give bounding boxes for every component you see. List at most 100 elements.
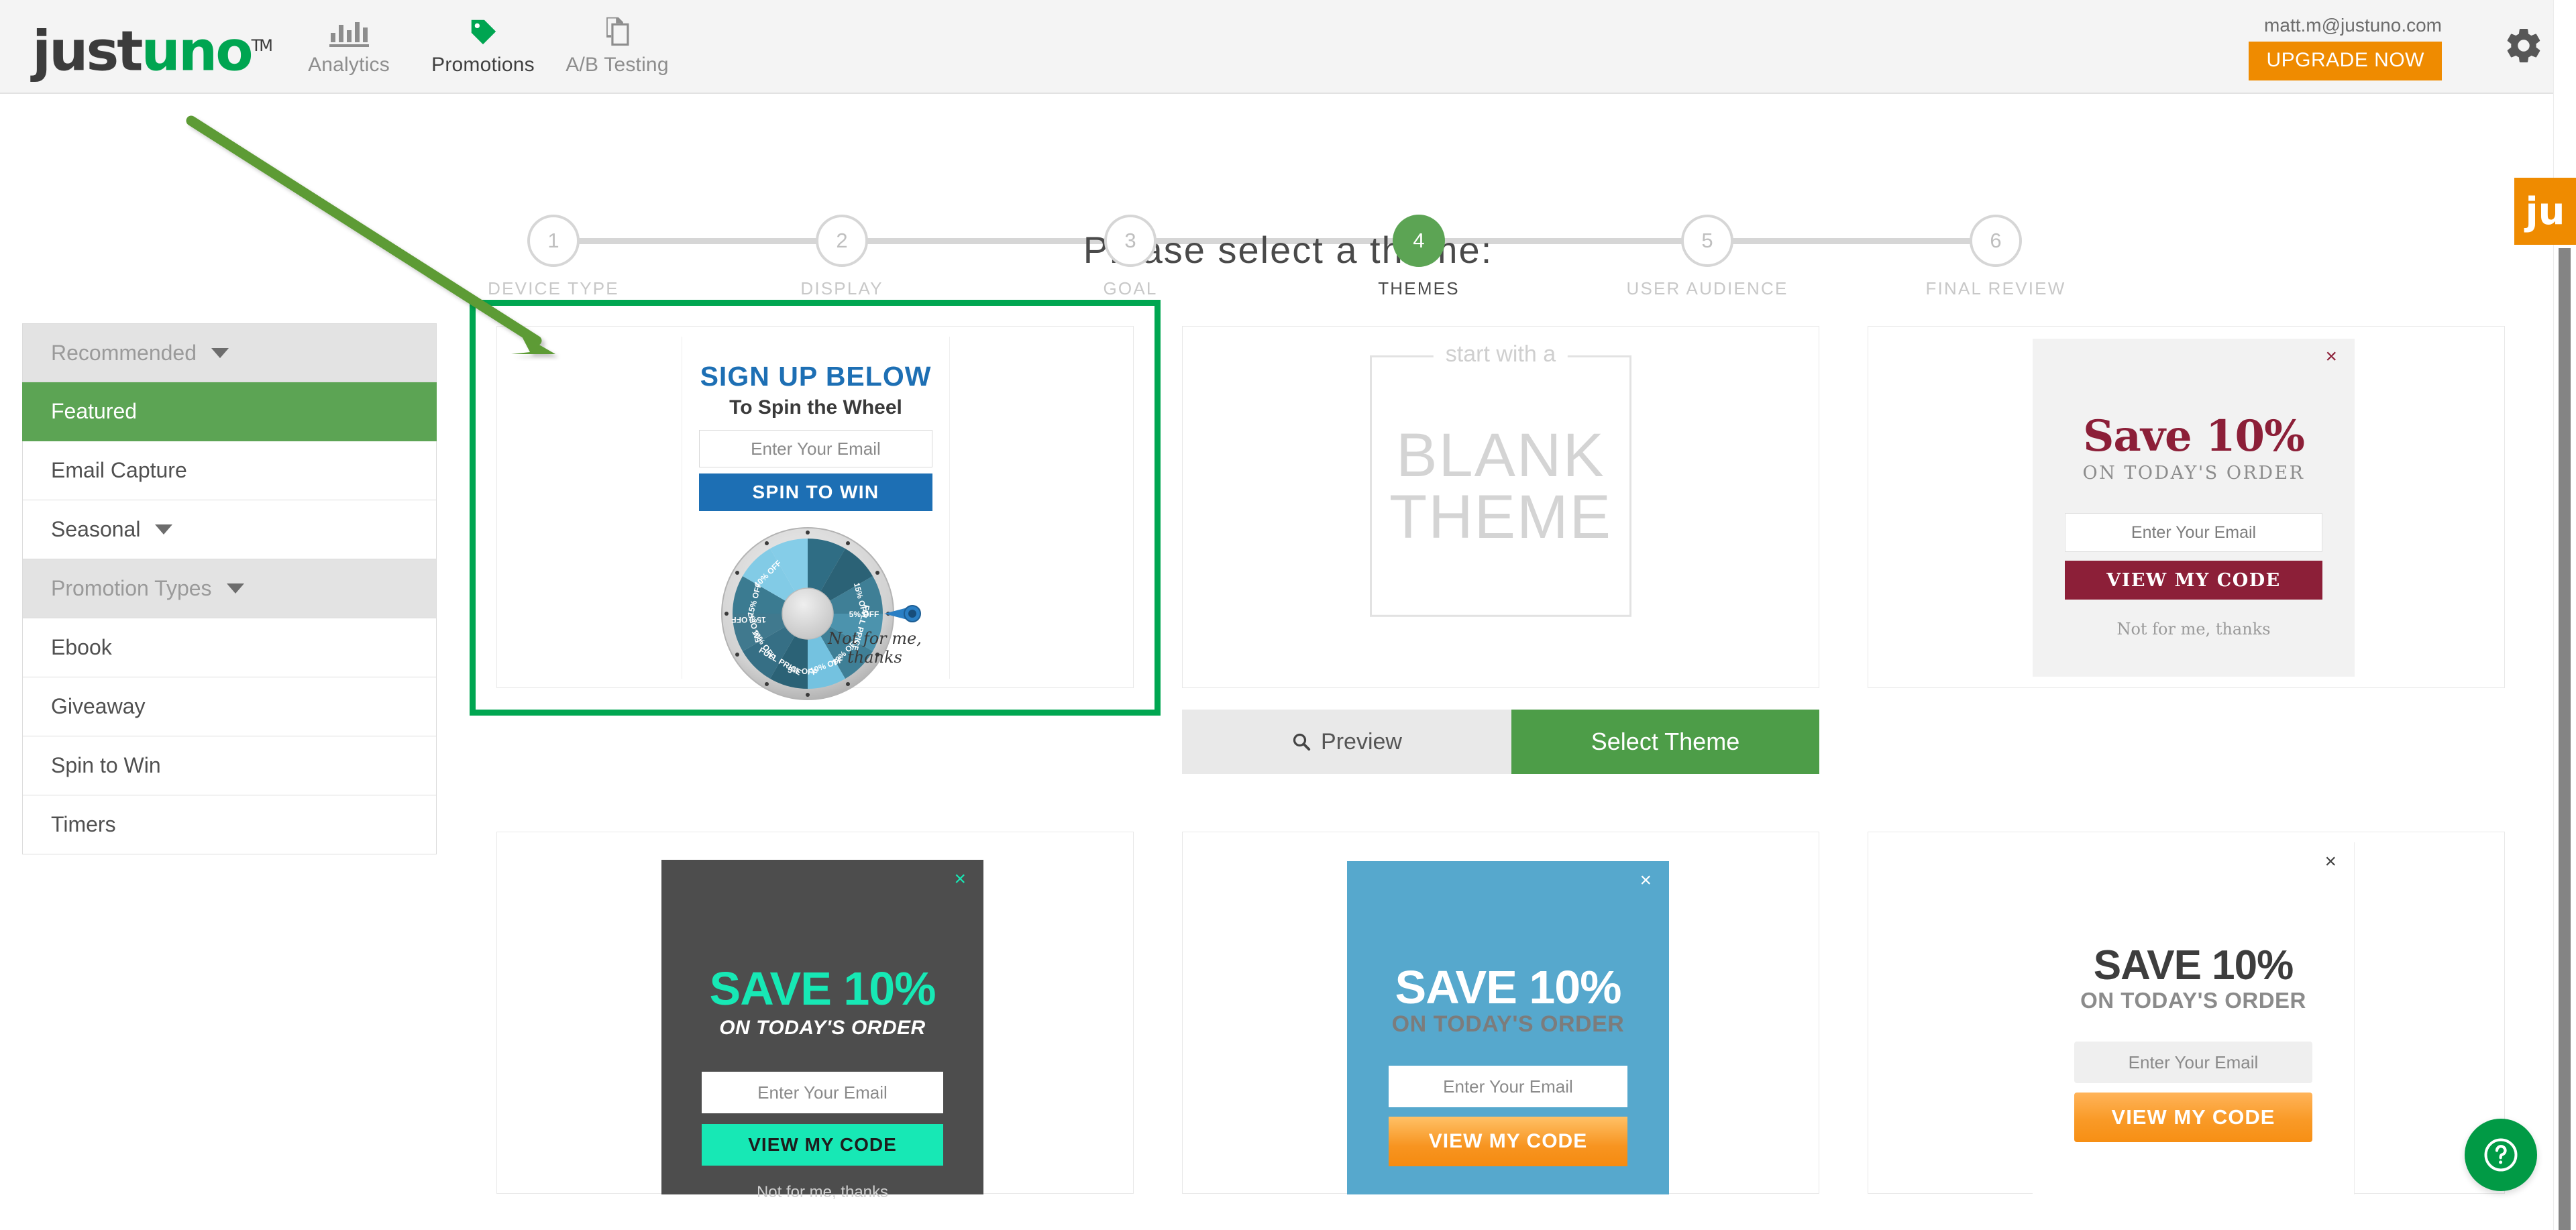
spin-decline-link[interactable]: Not for me, thanks	[824, 629, 925, 667]
save10-white-cta-button[interactable]: VIEW MY CODE	[2074, 1093, 2312, 1142]
spin-to-win-cta-button[interactable]: SPIN TO WIN	[699, 473, 932, 511]
theme-card-save10-serif[interactable]: × Save 10% ON TODAY'S ORDER Enter Your E…	[1868, 326, 2505, 688]
blank-line-2: THEME	[1389, 482, 1612, 551]
svg-text:5% OFF: 5% OFF	[849, 610, 879, 619]
sidebar-item-seasonal[interactable]: Seasonal	[22, 500, 437, 559]
account-email: matt.m@justuno.com	[2264, 15, 2442, 36]
chevron-down-icon	[226, 583, 244, 594]
theme-card-save10-white[interactable]: × SAVE 10% ON TODAY'S ORDER Enter Your E…	[1868, 832, 2505, 1194]
theme-card-save10-dark[interactable]: × SAVE 10% ON TODAY'S ORDER Enter Your E…	[496, 832, 1134, 1201]
sidebar-label-featured: Featured	[51, 399, 138, 423]
theme-card-blank-actions: Preview Select Theme	[1182, 710, 1819, 774]
justuno-logo[interactable]: justunoTM	[32, 17, 273, 84]
nav-item-ab-testing[interactable]: A/B Testing	[530, 12, 704, 76]
save10-serif-email-input[interactable]: Enter Your Email	[2065, 513, 2322, 552]
blank-theme-placeholder: start with a BLANK THEME	[1370, 341, 1631, 617]
save10-dark-decline-link[interactable]: Not for me, thanks	[661, 1183, 983, 1202]
copy-pages-icon	[530, 12, 704, 47]
step-1-label: DEVICE TYPE	[488, 278, 619, 298]
save10-serif-headline: Save 10%	[2083, 411, 2305, 461]
justuno-side-tab[interactable]: ju	[2514, 178, 2576, 245]
theme-card-spin-to-win[interactable]: SIGN UP BELOW To Spin the Wheel Enter Yo…	[496, 326, 1134, 700]
sidebar-label-timers: Timers	[51, 812, 116, 836]
sidebar-label-spin-to-win: Spin to Win	[51, 753, 161, 777]
logo-text-dark: just	[32, 19, 143, 84]
sidebar-item-ebook[interactable]: Ebook	[22, 618, 437, 677]
page-title: Please select a theme:	[1083, 229, 1493, 271]
sidebar-item-timers[interactable]: Timers	[22, 795, 437, 854]
blank-line-1: BLANK	[1396, 421, 1605, 490]
save10-dark-cta-button[interactable]: VIEW MY CODE	[702, 1124, 943, 1166]
step-6-label: FINAL REVIEW	[1925, 278, 2066, 298]
save10-white-subhead: ON TODAY'S ORDER	[2080, 988, 2306, 1013]
help-button[interactable]	[2465, 1119, 2537, 1191]
step-5-circle: 5	[1681, 215, 1733, 267]
gear-icon[interactable]	[2504, 25, 2544, 66]
sidebar-label-email-capture: Email Capture	[51, 458, 187, 482]
theme-category-sidebar: Recommended Featured Email Capture Seaso…	[22, 323, 437, 854]
save10-white-headline: SAVE 10%	[2093, 942, 2294, 989]
preview-label: Preview	[1321, 728, 1402, 754]
save10-blue-cta-button[interactable]: VIEW MY CODE	[1389, 1117, 1627, 1166]
step-3-label: GOAL	[1103, 278, 1158, 298]
upgrade-now-button[interactable]: UPGRADE NOW	[2249, 42, 2442, 80]
nav-label-ab-testing: A/B Testing	[566, 54, 669, 76]
save10-blue-headline: SAVE 10%	[1395, 961, 1622, 1013]
sidebar-label-recommended: Recommended	[51, 340, 197, 365]
save10-serif-preview: × Save 10% ON TODAY'S ORDER Enter Your E…	[2033, 339, 2355, 677]
step-4-label: THEMES	[1378, 278, 1460, 298]
save10-dark-preview: × SAVE 10% ON TODAY'S ORDER Enter Your E…	[661, 860, 983, 1201]
save10-serif-cta-button[interactable]: VIEW MY CODE	[2065, 561, 2322, 600]
sidebar-label-promotion-types: Promotion Types	[51, 576, 212, 600]
step-4-circle: 4	[1393, 215, 1445, 267]
sidebar-item-recommended[interactable]: Recommended	[22, 323, 437, 382]
blank-small-text: start with a	[1433, 341, 1568, 368]
sidebar-label-ebook: Ebook	[51, 635, 112, 659]
magnifier-icon	[1293, 733, 1311, 751]
sidebar-item-spin-to-win[interactable]: Spin to Win	[22, 736, 437, 795]
select-theme-button[interactable]: Select Theme	[1511, 710, 1819, 774]
theme-card-save10-blue[interactable]: × SAVE 10% ON TODAY'S ORDER Enter Your E…	[1182, 832, 1819, 1194]
sidebar-item-giveaway[interactable]: Giveaway	[22, 677, 437, 736]
spin-title: SIGN UP BELOW	[700, 361, 932, 392]
save10-white-email-input[interactable]: Enter Your Email	[2074, 1042, 2312, 1083]
step-2-label: DISPLAY	[800, 278, 883, 298]
preview-button[interactable]: Preview	[1182, 710, 1511, 774]
save10-serif-decline-link[interactable]: Not for me, thanks	[2033, 620, 2355, 638]
spin-subtitle: To Spin the Wheel	[729, 396, 902, 418]
sidebar-label-seasonal: Seasonal	[51, 517, 141, 541]
close-icon[interactable]: ×	[2325, 345, 2337, 368]
save10-serif-subhead: ON TODAY'S ORDER	[2082, 463, 2305, 484]
save10-dark-email-input[interactable]: Enter Your Email	[702, 1072, 943, 1113]
save10-blue-preview: × SAVE 10% ON TODAY'S ORDER Enter Your E…	[1347, 861, 1669, 1194]
close-icon[interactable]: ×	[1640, 869, 1652, 892]
top-navigation-bar: justunoTM Analytics Promotions A/B Testi…	[0, 0, 2576, 94]
spin-to-win-preview: SIGN UP BELOW To Spin the Wheel Enter Yo…	[682, 337, 950, 700]
step-5-label: USER AUDIENCE	[1626, 278, 1788, 298]
logo-text-green: uno	[141, 19, 254, 84]
step-3-circle: 3	[1104, 215, 1157, 267]
close-icon[interactable]: ×	[2324, 850, 2337, 873]
save10-white-preview: × SAVE 10% ON TODAY'S ORDER Enter Your E…	[2033, 842, 2355, 1194]
sidebar-item-featured[interactable]: Featured	[22, 382, 437, 441]
prize-wheel[interactable]: 15% OFF FULL PRICE 5% OFF 20% OFF 10% OF…	[702, 524, 930, 706]
close-icon[interactable]: ×	[954, 868, 966, 891]
step-6-circle: 6	[1970, 215, 2022, 267]
chevron-down-icon	[211, 347, 229, 358]
spin-email-input[interactable]: Enter Your Email	[699, 430, 932, 467]
sidebar-item-promotion-types[interactable]: Promotion Types	[22, 559, 437, 618]
step-1-circle: 1	[527, 215, 580, 267]
question-mark-icon	[2484, 1138, 2518, 1172]
save10-blue-email-input[interactable]: Enter Your Email	[1389, 1066, 1627, 1107]
sidebar-item-email-capture[interactable]: Email Capture	[22, 441, 437, 500]
save10-blue-subhead: ON TODAY'S ORDER	[1391, 1011, 1625, 1037]
sidebar-label-giveaway: Giveaway	[51, 694, 146, 718]
blank-big-text: BLANK THEME	[1389, 425, 1612, 548]
save10-dark-subhead: ON TODAY'S ORDER	[719, 1017, 926, 1039]
page-scrollbar-thumb[interactable]	[2559, 248, 2571, 1230]
chevron-down-icon	[155, 524, 173, 535]
save10-dark-headline: SAVE 10%	[709, 962, 936, 1015]
theme-card-blank[interactable]: start with a BLANK THEME	[1182, 326, 1819, 688]
step-2-circle: 2	[816, 215, 868, 267]
wizard-stepper: 1 DEVICE TYPE 2 DISPLAY 3 GOAL 4 THEMES …	[0, 94, 2576, 298]
